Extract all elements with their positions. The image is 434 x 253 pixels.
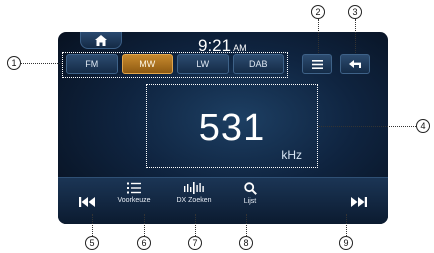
callout-2: 2 — [311, 5, 325, 19]
menu-icon — [311, 59, 323, 69]
callout-3-line — [355, 19, 356, 53]
callout-8-line — [246, 214, 247, 236]
menu-button[interactable] — [302, 54, 332, 74]
home-icon — [95, 34, 107, 46]
dx-search-label: DX Zoeken — [176, 197, 212, 204]
back-button[interactable] — [340, 54, 370, 74]
search-icon — [243, 182, 257, 195]
callout-7: 7 — [188, 236, 202, 250]
home-button[interactable] — [80, 32, 122, 49]
callout-2-line — [318, 19, 319, 53]
skip-previous-icon — [79, 197, 95, 207]
back-arrow-icon — [349, 59, 361, 68]
list-label: Lijst — [243, 198, 257, 205]
frequency-highlight — [146, 84, 318, 168]
presets-label: Voorkeuze — [117, 197, 151, 204]
band-selector-highlight — [62, 52, 288, 78]
callout-7-line — [195, 214, 196, 236]
callout-9-line — [346, 214, 347, 236]
seek-previous-button[interactable] — [64, 184, 110, 220]
dx-search-icon — [184, 182, 204, 194]
preset-list-icon — [127, 182, 141, 194]
list-button[interactable]: Lijst — [224, 182, 276, 220]
callout-5: 5 — [85, 236, 99, 250]
seek-next-button[interactable] — [336, 184, 382, 220]
callout-6: 6 — [137, 236, 151, 250]
callout-6-line — [144, 214, 145, 236]
callout-8: 8 — [239, 236, 253, 250]
dx-search-button[interactable]: DX Zoeken — [168, 182, 220, 220]
callout-4: 4 — [416, 119, 430, 133]
callout-4-line — [318, 126, 416, 127]
callout-3: 3 — [348, 5, 362, 19]
callout-9: 9 — [339, 236, 353, 250]
presets-button[interactable]: Voorkeuze — [108, 182, 160, 220]
callout-1: 1 — [7, 56, 21, 70]
callout-5-line — [92, 214, 93, 236]
bottom-control-bar: Voorkeuze DX Zoeken Lijst — [58, 177, 388, 224]
skip-next-icon — [351, 197, 367, 207]
callout-1-line — [21, 63, 62, 64]
